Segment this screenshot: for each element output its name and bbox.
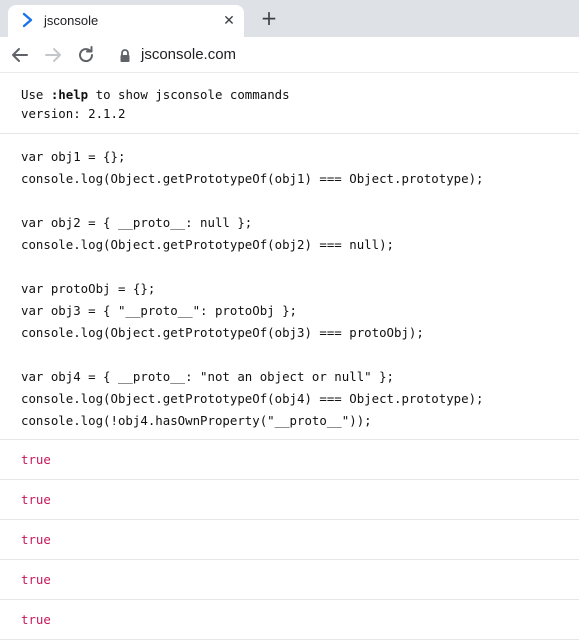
code-line: var obj4 = { __proto__: "not an object o… [21,369,394,384]
version-line: version: 2.1.2 [21,106,126,121]
code-line: console.log(Object.getPrototypeOf(obj4) … [21,391,484,406]
terminal-prompt-icon [22,12,33,28]
code-line: var obj1 = {}; [21,149,126,164]
tab-title: jsconsole [44,13,99,28]
help-line: Use :help to show jsconsole commands [21,85,579,104]
help-suffix: to show jsconsole commands [88,87,290,102]
toolbar: jsconsole.com [0,37,579,73]
console-result: true [0,480,579,520]
reload-icon[interactable] [75,44,97,66]
console-page: Use :help to show jsconsole commands ver… [0,73,579,640]
tab-jsconsole[interactable]: jsconsole ✕ [8,5,244,37]
close-icon[interactable]: ✕ [221,12,237,28]
console-result: true [0,440,579,480]
address-bar[interactable]: jsconsole.com [141,46,236,63]
code-line: var protoObj = {}; [21,281,156,296]
back-arrow-icon[interactable] [9,44,31,66]
console-result: true [0,560,579,600]
code-line: console.log(!obj4.hasOwnProperty("__prot… [21,413,372,428]
code-line: var obj3 = { "__proto__": protoObj }; [21,303,298,318]
code-line: console.log(Object.getPrototypeOf(obj2) … [21,237,394,252]
help-prefix: Use [21,87,51,102]
code-line: console.log(Object.getPrototypeOf(obj3) … [21,325,424,340]
forward-arrow-icon[interactable] [42,44,64,66]
help-command: :help [50,87,89,102]
code-line: console.log(Object.getPrototypeOf(obj1) … [21,171,484,186]
console-input-block[interactable]: var obj1 = {}; console.log(Object.getPro… [0,134,579,440]
console-banner: Use :help to show jsconsole commands ver… [0,73,579,134]
code-line: var obj2 = { __proto__: null }; [21,215,253,230]
plus-icon[interactable]: + [259,8,279,28]
tab-strip: jsconsole ✕ + [0,0,579,37]
console-result: true [0,600,579,640]
console-result: true [0,520,579,560]
lock-icon[interactable] [118,48,132,64]
